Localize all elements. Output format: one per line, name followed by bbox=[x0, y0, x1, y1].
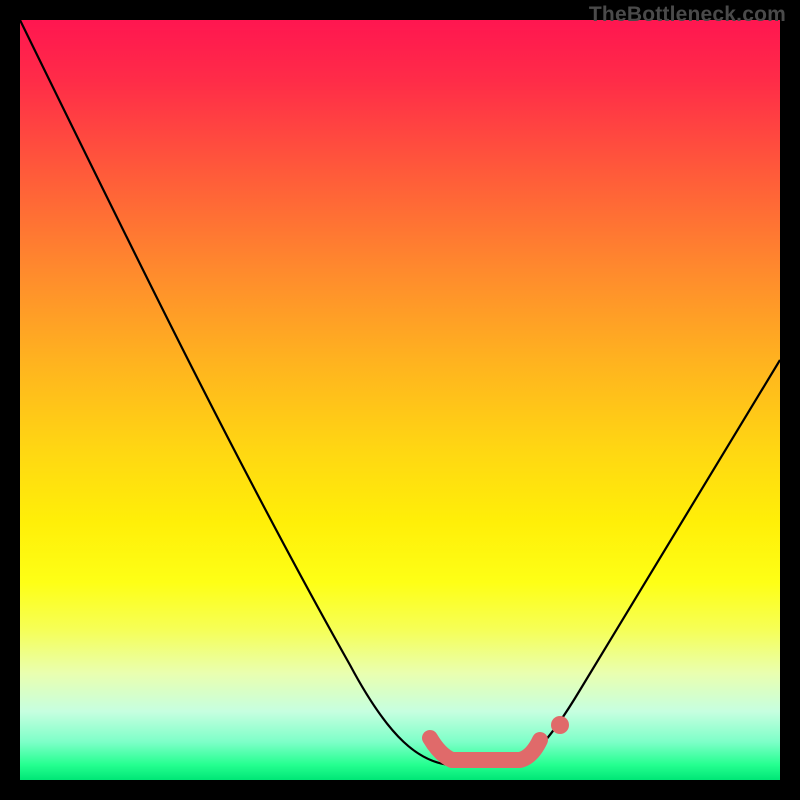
bottleneck-curve bbox=[20, 20, 780, 765]
highlight-end-dot bbox=[551, 716, 569, 734]
plot-frame bbox=[20, 20, 780, 780]
curve-layer bbox=[20, 20, 780, 780]
watermark-text: TheBottleneck.com bbox=[589, 3, 786, 27]
bottom-highlight-segment bbox=[430, 738, 540, 760]
